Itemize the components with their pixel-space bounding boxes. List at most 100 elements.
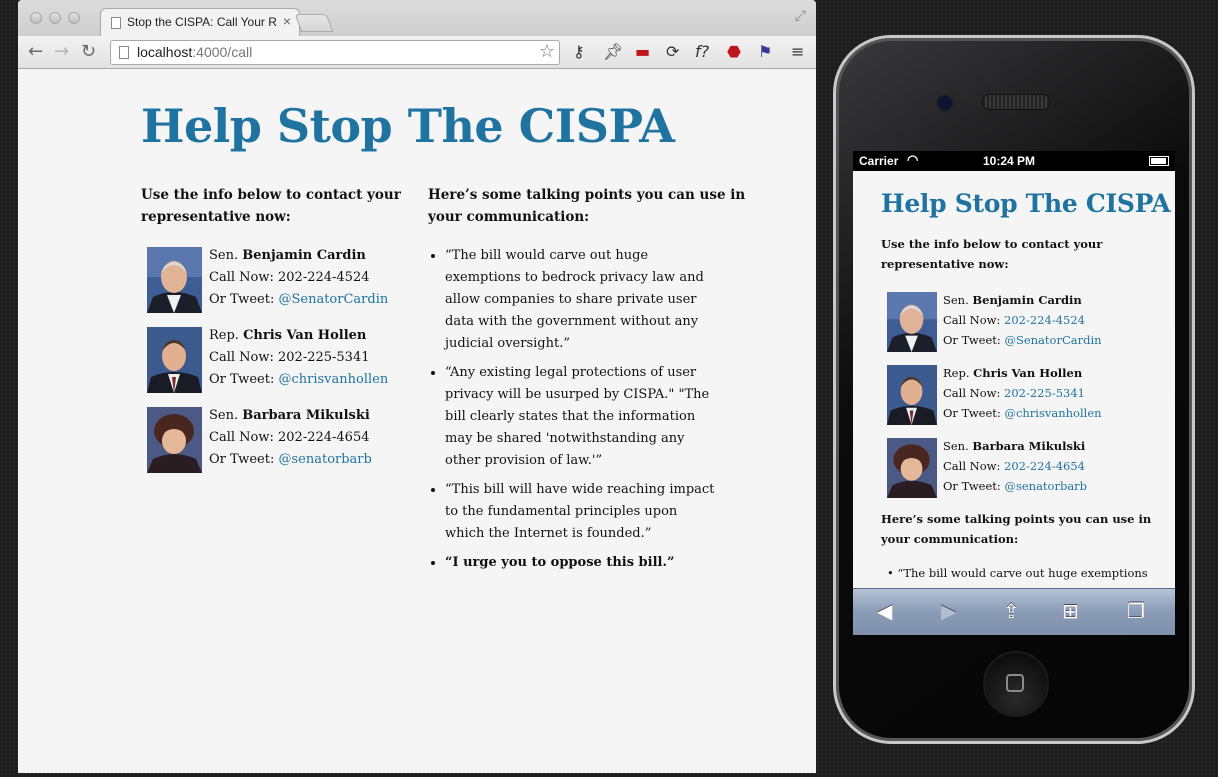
mobile-talking-point: • “The bill would carve out huge exempti… bbox=[887, 566, 1148, 580]
mobile-talking-intro: Here’s some talking points you can use i… bbox=[881, 509, 1151, 549]
rep-phone: 202-225-5341 bbox=[278, 350, 370, 365]
rep-twitter-link[interactable]: @SenatorCardin bbox=[278, 292, 388, 307]
rep-name: Benjamin Cardin bbox=[972, 293, 1082, 307]
rep-name: Chris Van Hollen bbox=[243, 328, 367, 343]
rep-photo bbox=[887, 292, 937, 352]
speaker-grille bbox=[982, 94, 1050, 110]
rep-phone-link[interactable]: 202-224-4524 bbox=[1004, 313, 1085, 327]
rep-info: Sen. Benjamin Cardin Call Now: 202-224-4… bbox=[943, 290, 1102, 350]
reload-icon[interactable]: ↻ bbox=[81, 41, 96, 62]
talking-intro-line: your communication: bbox=[881, 532, 1019, 546]
rep-photo bbox=[147, 247, 202, 313]
talking-point: “The bill would carve out huge exemption… bbox=[445, 245, 720, 355]
rep-phone-link[interactable]: 202-225-5341 bbox=[1004, 386, 1085, 400]
page-icon bbox=[119, 46, 129, 59]
rep-twitter-link[interactable]: @senatorbarb bbox=[278, 452, 371, 467]
tabs-icon[interactable]: ❐ bbox=[1127, 599, 1145, 623]
tweet-label: Or Tweet: bbox=[209, 292, 275, 307]
new-tab-button[interactable] bbox=[294, 14, 334, 32]
rep-title: Rep. bbox=[943, 366, 970, 380]
home-square-icon bbox=[1006, 674, 1024, 692]
browser-toolbar: ← → ↻ localhost:4000/call ☆ ⚷ 📌︎ ▬ ⟳ f? … bbox=[18, 36, 816, 69]
mobile-contact-intro: Use the info below to contact your repre… bbox=[881, 234, 1102, 274]
rep-title: Sen. bbox=[209, 248, 239, 263]
tab-title: Stop the CISPA: Call Your R bbox=[127, 15, 277, 29]
forward-arrow-icon[interactable]: → bbox=[54, 41, 69, 62]
document-icon bbox=[111, 17, 121, 29]
rep-phone-link[interactable]: 202-224-4654 bbox=[1004, 459, 1085, 473]
status-time: 10:24 PM bbox=[983, 154, 1036, 168]
rep-card: Rep. Chris Van Hollen Call Now: 202-225-… bbox=[147, 327, 407, 393]
camera-icon bbox=[936, 94, 954, 112]
contact-intro-line: Use the info below to contact your bbox=[141, 187, 401, 203]
key-icon[interactable]: ⚷ bbox=[573, 42, 585, 61]
talking-intro-line: Here’s some talking points you can use i… bbox=[881, 512, 1152, 526]
stop-icon[interactable]: ⬣ bbox=[727, 42, 741, 61]
carrier-label: Carrier bbox=[859, 154, 899, 168]
talking-points-list: “The bill would carve out huge exemption… bbox=[428, 245, 720, 581]
call-label: Call Now: bbox=[209, 350, 274, 365]
share-icon[interactable]: ⇪ bbox=[1003, 599, 1020, 623]
couch-icon[interactable]: ▬ bbox=[635, 42, 650, 61]
tweet-label: Or Tweet: bbox=[209, 452, 275, 467]
rep-name: Chris Van Hollen bbox=[973, 366, 1083, 380]
rep-title: Sen. bbox=[209, 408, 239, 423]
rep-card: Sen. Benjamin Cardin Call Now: 202-224-4… bbox=[147, 247, 407, 313]
call-label: Call Now: bbox=[209, 430, 274, 445]
talking-point: “I urge you to oppose this bill.” bbox=[445, 552, 720, 574]
address-bar[interactable]: localhost:4000/call ☆ bbox=[110, 40, 560, 65]
home-button[interactable] bbox=[983, 651, 1049, 717]
call-label: Call Now: bbox=[209, 270, 274, 285]
bookmark-star-icon[interactable]: ☆ bbox=[539, 41, 555, 62]
back-arrow-icon[interactable]: ← bbox=[28, 41, 43, 62]
function-icon[interactable]: f? bbox=[695, 42, 709, 61]
rep-name: Benjamin Cardin bbox=[242, 248, 366, 263]
talking-points-intro: Here’s some talking points you can use i… bbox=[428, 184, 745, 228]
flag-icon[interactable]: ⚑ bbox=[758, 42, 772, 61]
page-title: Help Stop The CISPA bbox=[141, 99, 675, 153]
page-content: Help Stop The CISPA Use the info below t… bbox=[18, 69, 816, 773]
rep-photo bbox=[887, 438, 937, 498]
iphone-device: Carrier ◠ 10:24 PM Help Stop The CISPA U… bbox=[833, 35, 1195, 744]
call-label: Call Now: bbox=[943, 313, 1001, 327]
safari-toolbar: ◀ ▶ ⇪ ⊞ ❐ bbox=[853, 588, 1175, 635]
url-text: localhost:4000/call bbox=[137, 44, 253, 60]
rep-name: Barbara Mikulski bbox=[242, 408, 370, 423]
pin-icon[interactable]: 📌︎ bbox=[603, 42, 623, 61]
rep-info: Rep. Chris Van Hollen Call Now: 202-225-… bbox=[943, 363, 1102, 423]
mobile-rep-card: Sen. Benjamin Cardin Call Now: 202-224-4… bbox=[887, 292, 1127, 352]
contact-intro: Use the info below to contact your repre… bbox=[141, 184, 401, 228]
browser-window: Stop the CISPA: Call Your R × ⤢ ← → ↻ lo… bbox=[18, 0, 816, 773]
back-icon[interactable]: ◀ bbox=[877, 599, 892, 623]
zoom-window-button[interactable] bbox=[68, 12, 80, 24]
rep-phone: 202-224-4654 bbox=[278, 430, 370, 445]
sync-icon[interactable]: ⟳ bbox=[666, 42, 679, 61]
contact-intro-line: representative now: bbox=[141, 209, 291, 225]
rep-info: Sen. Benjamin Cardin Call Now: 202-224-4… bbox=[209, 245, 388, 311]
contact-intro-line: Use the info below to contact your bbox=[881, 237, 1103, 251]
talking-point: “Any existing legal protections of user … bbox=[445, 362, 720, 472]
rep-twitter-link[interactable]: @chrisvanhollen bbox=[1004, 406, 1101, 420]
bookmarks-icon[interactable]: ⊞ bbox=[1062, 599, 1079, 623]
call-label: Call Now: bbox=[943, 386, 1001, 400]
rep-phone: 202-224-4524 bbox=[278, 270, 370, 285]
rep-twitter-link[interactable]: @chrisvanhollen bbox=[278, 372, 388, 387]
call-label: Call Now: bbox=[943, 459, 1001, 473]
close-window-button[interactable] bbox=[30, 12, 42, 24]
rep-title: Sen. bbox=[943, 439, 969, 453]
wifi-icon: ◠ bbox=[907, 152, 919, 167]
minimize-window-button[interactable] bbox=[49, 12, 61, 24]
rep-photo bbox=[147, 407, 202, 473]
tab-active[interactable]: Stop the CISPA: Call Your R × bbox=[100, 8, 300, 36]
tab-strip: Stop the CISPA: Call Your R × ⤢ bbox=[18, 0, 816, 36]
fullscreen-icon[interactable]: ⤢ bbox=[795, 8, 806, 24]
forward-icon[interactable]: ▶ bbox=[941, 599, 956, 623]
rep-twitter-link[interactable]: @senatorbarb bbox=[1004, 479, 1087, 493]
rep-twitter-link[interactable]: @SenatorCardin bbox=[1004, 333, 1101, 347]
close-icon[interactable]: × bbox=[283, 13, 291, 29]
tweet-label: Or Tweet: bbox=[943, 333, 1001, 347]
phone-screen: Carrier ◠ 10:24 PM Help Stop The CISPA U… bbox=[853, 151, 1175, 635]
menu-icon[interactable]: ≡ bbox=[791, 42, 804, 61]
mobile-rep-card: Sen. Barbara Mikulski Call Now: 202-224-… bbox=[887, 438, 1127, 498]
tweet-label: Or Tweet: bbox=[943, 479, 1001, 493]
